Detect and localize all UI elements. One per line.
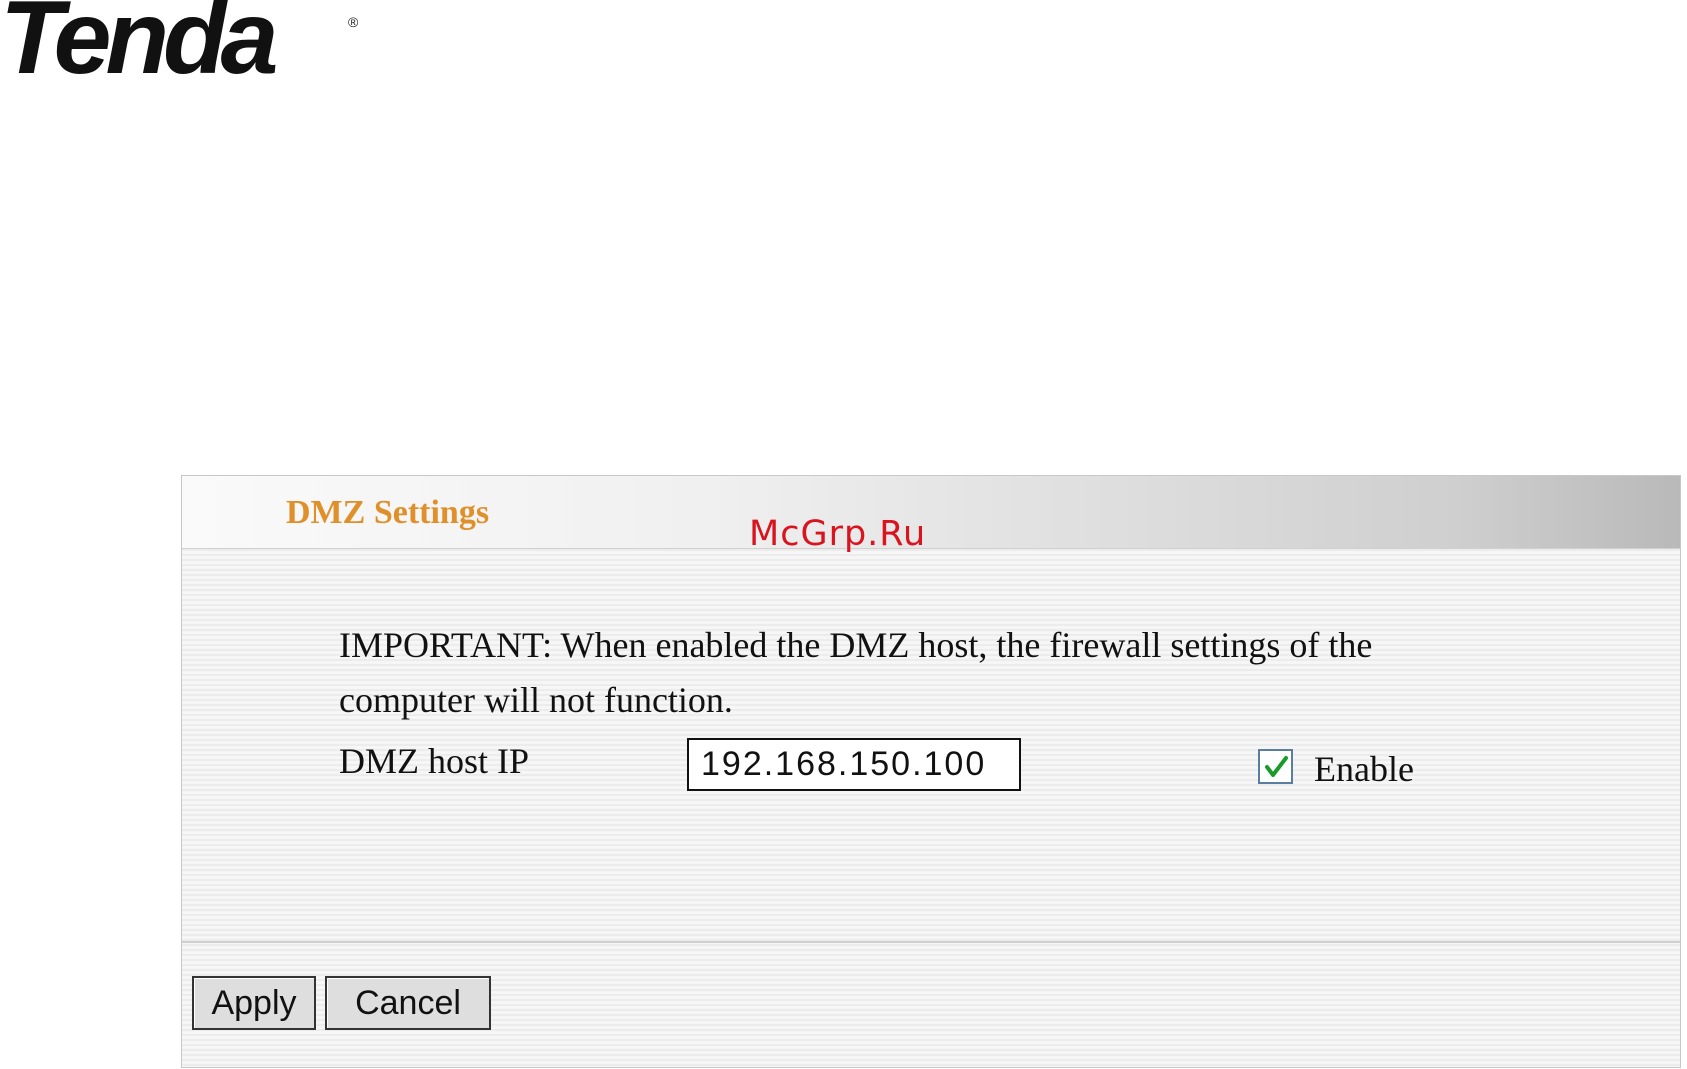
- checkmark-icon: [1265, 756, 1288, 777]
- cancel-button[interactable]: Cancel: [325, 976, 491, 1030]
- registered-mark: ®: [348, 14, 359, 30]
- logo-text: Tenda: [0, 0, 278, 96]
- page-title: DMZ Settings: [286, 494, 490, 531]
- dmz-host-ip-input[interactable]: [687, 738, 1021, 791]
- tenda-logo: Tenda ®: [0, 0, 380, 90]
- watermark: McGrp.Ru: [749, 514, 927, 554]
- enable-label: Enable: [1314, 749, 1414, 789]
- apply-button[interactable]: Apply: [192, 976, 316, 1030]
- button-separator: [182, 941, 1680, 943]
- important-notice: IMPORTANT: When enabled the DMZ host, th…: [339, 625, 1373, 720]
- panel-header: DMZ Settings: [182, 476, 1680, 549]
- dmz-host-ip-label: DMZ host IP: [339, 741, 530, 781]
- enable-checkbox[interactable]: [1258, 749, 1293, 784]
